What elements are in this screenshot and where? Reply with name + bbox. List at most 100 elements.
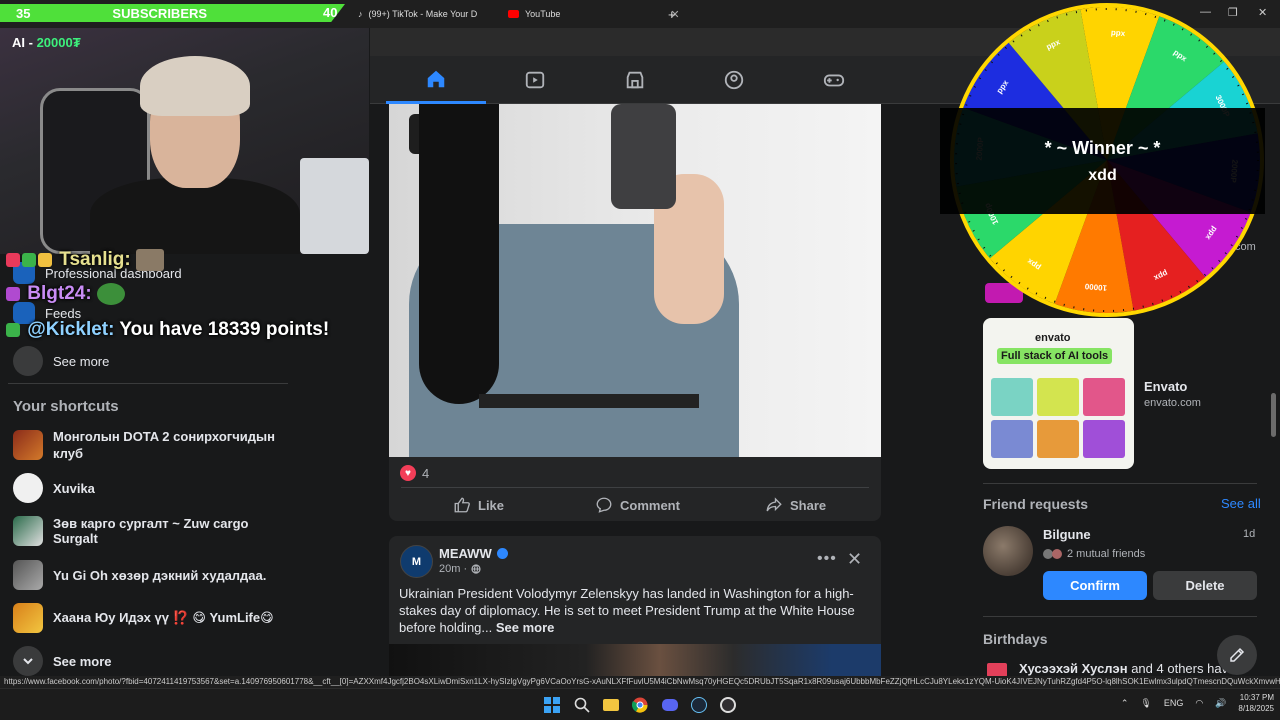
wifi-icon[interactable]: ◠ — [1195, 698, 1203, 709]
post-body: Ukrainian President Volodymyr Zelenskyy … — [399, 586, 855, 635]
shortcut-thumbnail — [13, 603, 43, 633]
ad-tagline: Full stack of AI tools — [997, 348, 1113, 364]
birthday-notice[interactable]: Хусээхэй Хуслэн and 4 others have — [987, 661, 1235, 677]
see-more-label: See more — [53, 653, 112, 669]
envato-ad-image[interactable]: envato Full stack of AI tools — [983, 318, 1134, 469]
windows-start-icon[interactable] — [542, 695, 562, 715]
more-options-icon[interactable]: ••• — [817, 550, 837, 568]
shortcut-thumbnail — [13, 516, 43, 546]
sponsor-url[interactable]: envato.com — [1144, 397, 1201, 409]
shortcut-item[interactable]: Зөв карго сургалт ~ Zuw cargo Surgalt — [13, 516, 283, 546]
chevron-up-icon[interactable]: ⌃ — [1121, 698, 1129, 709]
confirm-button[interactable]: Confirm — [1043, 571, 1147, 600]
status-url-bar: https://www.facebook.com/photo/?fbid=407… — [0, 676, 1280, 688]
post-timestamp[interactable]: 20m · — [439, 563, 481, 575]
friend-request-name[interactable]: Bilgune — [1043, 527, 1091, 542]
comment-button[interactable]: Comment — [595, 494, 680, 516]
friend-request-avatar[interactable] — [983, 526, 1033, 576]
ad-tile — [1037, 420, 1079, 458]
shortcut-label: Xuvika — [53, 480, 95, 496]
nav-video[interactable] — [485, 56, 585, 104]
shortcut-label: Хаана Юу Идэх үү ⁉️ 😋 YumLife😋 — [53, 610, 274, 625]
post-author[interactable]: MEAWW — [439, 546, 508, 561]
steam-icon[interactable] — [689, 695, 709, 715]
mutual-friends[interactable]: 2 mutual friends — [1043, 548, 1145, 560]
birthdays-title: Birthdays — [983, 631, 1048, 647]
post-photo[interactable] — [389, 104, 881, 457]
emote-badge-icon — [38, 253, 52, 267]
shortcut-label: Зөв карго сургалт ~ Zuw cargo Surgalt — [53, 516, 249, 546]
tiktok-icon: ♪ — [358, 9, 363, 19]
verified-badge-icon — [496, 548, 508, 559]
mutual-friend-avatar — [1052, 549, 1062, 559]
sidebar-divider — [983, 483, 1257, 484]
shortcut-thumbnail — [13, 430, 43, 460]
air-cooler — [300, 158, 369, 254]
marketplace-icon — [626, 71, 644, 89]
sponsor-name[interactable]: Envato — [1144, 379, 1187, 394]
gaming-icon — [823, 74, 845, 87]
see-more-button-bottom[interactable]: See more — [13, 646, 283, 676]
home-icon — [427, 70, 445, 87]
see-all-link[interactable]: See all — [1221, 496, 1261, 511]
see-more-label: See more — [53, 353, 110, 369]
new-message-button[interactable] — [1217, 635, 1257, 675]
microphone-icon[interactable]: 🎙 — [1140, 698, 1151, 709]
ad-tile — [1083, 420, 1125, 458]
discord-icon[interactable] — [660, 695, 680, 715]
shortcut-item[interactable]: Yu Gi Oh хөзөр дэкний худалдаа. — [13, 560, 283, 590]
sidebar-divider — [983, 616, 1257, 617]
winner-name: xdd — [1088, 166, 1117, 184]
volume-icon[interactable]: 🔊 — [1215, 698, 1226, 709]
comment-icon — [596, 497, 612, 513]
subscriber-goal-bar: 35 SUBSCRIBERS — [0, 4, 345, 22]
windows-taskbar — [0, 688, 1280, 720]
winner-title: * ~ Winner ~ * — [1044, 137, 1161, 158]
chat-username: Tsanlig: — [59, 249, 131, 271]
close-post-icon[interactable]: ✕ — [847, 549, 862, 570]
video-icon — [525, 71, 545, 89]
chevron-down-icon — [13, 646, 43, 676]
shortcut-label: Yu Gi Oh хөзөр дэкний худалдаа. — [53, 567, 267, 583]
reaction-count: 4 — [422, 465, 430, 481]
chat-text: You have 18339 points! — [119, 319, 330, 340]
like-button[interactable]: Like — [453, 494, 504, 516]
share-button[interactable]: Share — [765, 494, 826, 516]
streamer-body — [90, 178, 300, 254]
page-scrollbar[interactable] — [1271, 393, 1276, 437]
ai-label-text: AI - — [12, 35, 37, 50]
nav-marketplace[interactable] — [585, 56, 685, 104]
language-indicator[interactable]: ENG — [1164, 698, 1184, 708]
search-icon[interactable] — [572, 695, 592, 715]
emote-badge-icon — [6, 287, 20, 301]
system-clock[interactable]: 10:37 PM 8/18/2025 — [1238, 692, 1274, 714]
shortcut-item[interactable]: Xuvika — [13, 473, 283, 503]
winner-banner: * ~ Winner ~ * xdd — [940, 108, 1265, 214]
see-more-link[interactable]: See more — [496, 620, 555, 635]
ad-tile — [991, 378, 1033, 416]
nav-gaming[interactable] — [784, 56, 884, 104]
post-time: 20m · — [439, 563, 468, 575]
file-explorer-icon[interactable] — [601, 695, 621, 715]
sub-goal-target: 40 — [323, 5, 338, 20]
chat-message: Blgt24: — [6, 283, 127, 305]
shortcut-item[interactable]: Монголын DOTA 2 сонирхогчидын клуб — [13, 428, 283, 462]
birthday-person: Хусээхэй Хуслэн — [1019, 661, 1128, 676]
nav-home[interactable] — [386, 56, 486, 104]
chat-username: @Kicklet: — [27, 319, 115, 340]
reaction-summary[interactable]: ♥ 4 — [400, 465, 429, 481]
ai-amount: 20000₮ — [36, 35, 81, 50]
see-more-button-top[interactable]: See more — [13, 346, 283, 376]
clock-time: 10:37 PM — [1239, 693, 1274, 702]
delete-button[interactable]: Delete — [1153, 571, 1257, 600]
post-image[interactable] — [389, 644, 881, 676]
obs-icon[interactable] — [718, 695, 738, 715]
meaww-avatar[interactable]: M — [400, 545, 433, 578]
system-tray: ⌃ 🎙 ENG ◠ 🔊 10:37 PM 8/18/2025 — [1121, 692, 1274, 714]
comment-label: Comment — [620, 497, 680, 513]
shortcut-item[interactable]: Хаана Юу Идэх үү ⁉️ 😋 YumLife😋 — [13, 603, 283, 633]
nav-groups[interactable] — [684, 56, 784, 104]
new-tab-button[interactable]: + — [660, 4, 684, 24]
chrome-icon[interactable] — [630, 695, 650, 715]
chat-message: Tsanlig: — [6, 249, 166, 271]
